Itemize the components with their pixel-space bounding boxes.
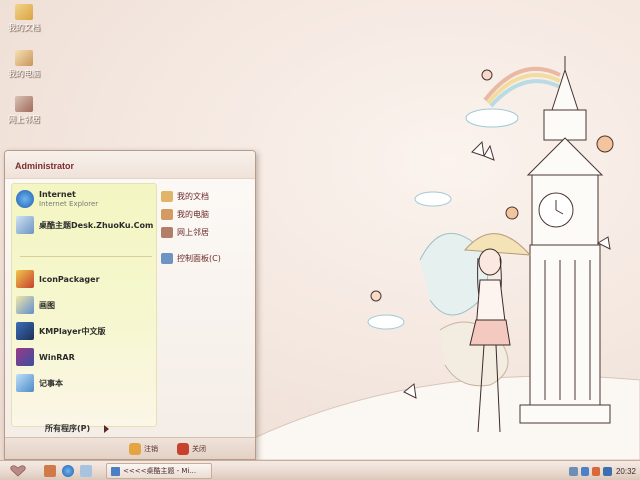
paint-icon [16,296,34,314]
arrow-right-icon [104,424,110,433]
clock[interactable]: 20:32 [616,467,636,476]
program-iconpackager[interactable]: IconPackager [16,268,156,290]
program-kmplayer[interactable]: KMPlayer中文版 [16,320,156,342]
desktop-icon-label: 我的文档 [8,23,40,32]
place-label: 我的电脑 [177,209,209,219]
notepad-icon [16,374,34,392]
start-button[interactable] [6,464,30,478]
all-programs-label: 所有程序(P) [45,424,91,433]
place-label: 我的文档 [177,191,209,201]
shutdown-button[interactable]: 关闭 [177,442,206,456]
ime-tray-icon[interactable] [603,466,612,476]
logoff-button[interactable]: 注销 [129,442,158,456]
program-winrar[interactable]: WinRAR [16,346,156,368]
start-menu-places-pane: 我的文档 我的电脑 网上邻居 控制面板(C) [161,187,253,427]
place-my-documents[interactable]: 我的文档 [161,189,209,203]
quicklaunch-media-icon[interactable] [80,465,92,477]
program-label: 记事本 [39,378,63,388]
program-label: WinRAR [39,352,75,362]
internet-explorer-icon [16,190,34,208]
volume-tray-icon[interactable] [580,466,589,476]
start-menu: Administrator Internet Internet Explorer … [4,150,256,460]
desktop-icon-my-computer[interactable]: 我的电脑 [2,50,46,79]
network-icon [161,226,173,238]
my-computer-icon [15,50,33,66]
iconpackager-icon [16,270,34,288]
quicklaunch-internet-explorer-icon[interactable] [62,465,74,477]
logoff-icon [129,443,141,455]
program-sublabel: Internet Explorer [39,199,99,208]
start-menu-programs-pane: Internet Internet Explorer 桌酷主题Desk.ZhuoK… [11,183,157,427]
program-label: KMPlayer中文版 [39,326,106,336]
place-my-computer[interactable]: 我的电脑 [161,207,209,221]
logoff-label: 注销 [144,445,158,453]
place-network[interactable]: 网上邻居 [161,225,209,239]
desktop: 我的文档 我的电脑 网上邻居 Administrator Internet Int… [0,0,640,460]
desktop-icon-network[interactable]: 网上邻居 [2,96,46,125]
heart-icon [10,465,26,477]
program-notepad[interactable]: 记事本 [16,372,156,394]
program-zhuoku-theme[interactable]: 桌酷主题Desk.ZhuoKu.Com [16,214,156,236]
window-icon [111,466,120,476]
control-panel-icon [161,252,173,264]
my-documents-icon [161,190,173,202]
winrar-icon [16,348,34,366]
user-name: Administrator [15,161,75,171]
place-label: 控制面板(C) [177,253,221,263]
desktop-icon-my-documents[interactable]: 我的文档 [2,4,46,33]
program-label: 画图 [39,300,55,310]
start-menu-header: Administrator [5,151,255,179]
quicklaunch-show-desktop-icon[interactable] [44,465,56,477]
desktop-icon-label: 我的电脑 [8,69,40,78]
taskbar: <<<<桌酷主题 - Mi... 20:32 [0,460,640,480]
program-label: IconPackager [39,274,100,284]
shutdown-label: 关闭 [192,445,206,453]
network-icon [15,96,33,112]
my-computer-icon [161,208,173,220]
all-programs-button[interactable]: 所有程序(P) [45,423,110,434]
kmplayer-icon [16,322,34,340]
program-label: 桌酷主题Desk.ZhuoKu.Com [39,220,154,230]
pinned-divider [20,256,152,257]
program-internet-explorer[interactable]: Internet Internet Explorer [16,188,156,210]
taskbar-window-label: <<<<桌酷主题 - Mi... [123,467,197,475]
place-control-panel[interactable]: 控制面板(C) [161,251,221,265]
app-tray-icon[interactable] [592,466,601,476]
system-tray: 20:32 [566,462,640,480]
program-label: Internet [39,189,76,199]
power-icon [177,443,189,455]
my-documents-icon [15,4,33,20]
desktop-icon-label: 网上邻居 [8,115,40,124]
place-label: 网上邻居 [177,227,209,237]
network-tray-icon[interactable] [569,466,578,476]
program-paint[interactable]: 画图 [16,294,156,316]
start-menu-footer: 注销 关闭 [5,437,255,459]
zhuoku-theme-icon [16,216,34,234]
taskbar-window-button[interactable]: <<<<桌酷主题 - Mi... [106,463,212,479]
